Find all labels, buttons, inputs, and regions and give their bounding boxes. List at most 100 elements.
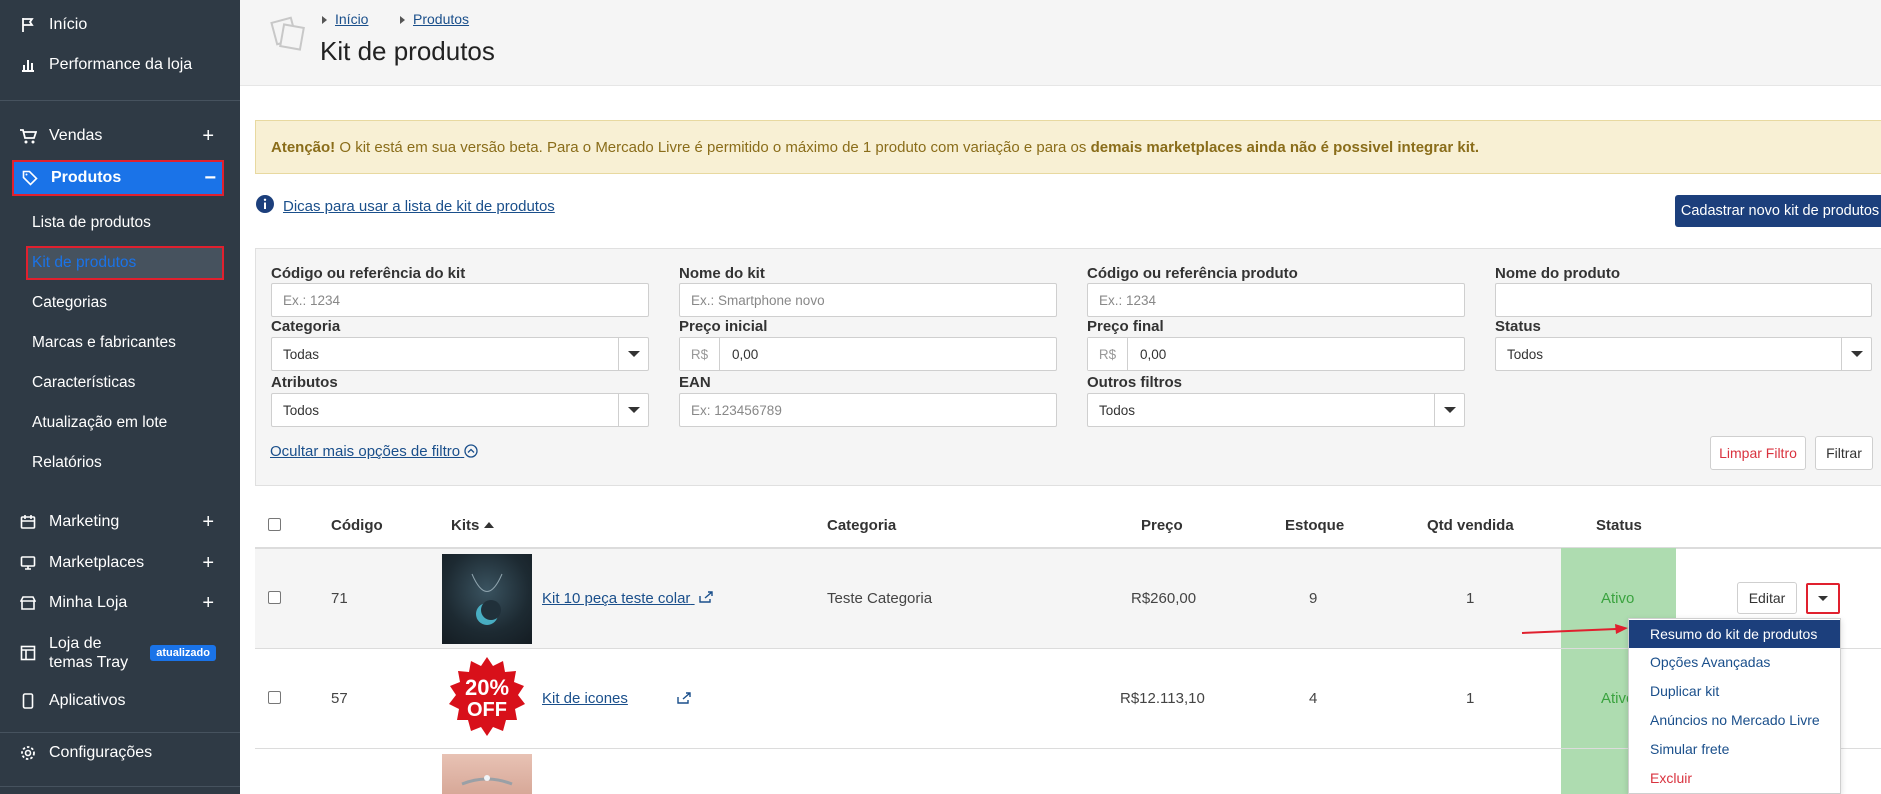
actions-dropdown-button[interactable] [1806,583,1840,614]
highlight-box [26,246,224,280]
pages-icon [270,16,306,56]
menu-item-resumo[interactable]: Resumo do kit de produtos [1629,620,1840,648]
kit-code-label: Código ou referência do kit [271,265,466,282]
product-thumbnail[interactable]: 20% OFF [442,654,532,744]
divider [0,786,240,787]
expand-icon[interactable]: + [202,553,214,573]
sidebar-item-aplicativos[interactable]: Aplicativos [0,684,240,718]
kit-code-input[interactable]: Ex.: 1234 [271,283,649,317]
column-header-preco[interactable]: Preço [1141,517,1183,534]
expand-icon[interactable]: + [202,126,214,146]
status-select[interactable]: Todos [1495,337,1872,371]
sidebar-subitem-caracteristicas[interactable]: Características [32,368,135,398]
expand-icon[interactable]: + [202,512,214,532]
row-checkbox[interactable] [268,591,281,604]
menu-item-anuncios-ml[interactable]: Anúncios no Mercado Livre [1629,706,1840,734]
info-icon [255,194,275,218]
breadcrumb-inicio[interactable]: Início [335,11,368,27]
cart-icon [18,126,38,146]
sidebar-item-configuracoes[interactable]: Configurações [0,736,240,770]
price-end-value: 0,00 [1140,346,1167,362]
external-link-icon [695,590,713,607]
price-start-input[interactable]: R$ 0,00 [679,337,1057,371]
sidebar-item-marketing[interactable]: Marketing + [0,505,240,539]
bar-chart-icon [18,55,38,75]
updated-badge: atualizado [150,645,216,661]
row-code: 71 [331,590,348,607]
row-price: R$260,00 [1131,590,1197,607]
sidebar: Início Performance da loja Vendas + Prod… [0,0,240,794]
column-header-kits[interactable]: Kits [451,517,494,534]
highlight-box [12,160,224,196]
other-filters-select[interactable]: Todos [1087,393,1465,427]
layout-icon [18,643,38,663]
kit-name: Kit 10 peça teste colar [542,590,691,607]
breadcrumb-separator-icon [400,16,405,24]
sidebar-item-label: Início [49,16,88,33]
currency-prefix: R$ [680,338,720,370]
breadcrumb-separator-icon [322,16,327,24]
row-stock: 9 [1309,590,1318,607]
column-header-status[interactable]: Status [1596,517,1642,534]
phone-icon [18,691,38,711]
sidebar-item-performance[interactable]: Performance da loja [0,48,240,82]
kit-link[interactable]: Kit de icones [542,690,628,707]
menu-item-duplicar[interactable]: Duplicar kit [1629,677,1840,705]
expand-icon[interactable]: + [202,593,214,613]
calendar-icon [18,512,38,532]
kit-link[interactable]: Kit 10 peça teste colar [542,590,713,607]
sidebar-item-vendas[interactable]: Vendas + [0,119,240,153]
flag-icon [18,15,38,35]
product-name-label: Nome do produto [1495,265,1620,282]
ean-input[interactable]: Ex: 123456789 [679,393,1057,427]
page-title: Kit de produtos [320,36,495,66]
row-price: R$12.113,10 [1120,690,1205,707]
sidebar-subitem-marcas[interactable]: Marcas e fabricantes [32,328,176,358]
column-header-qtd-vendida[interactable]: Qtd vendida [1427,517,1514,534]
tips-link[interactable]: Dicas para usar a lista de kit de produt… [283,198,555,215]
gear-icon [18,743,38,763]
column-header-codigo[interactable]: Código [331,517,383,534]
attributes-value: Todos [283,402,320,418]
product-thumbnail[interactable] [442,554,532,644]
product-code-input[interactable]: Ex.: 1234 [1087,283,1465,317]
other-filters-value: Todos [1099,402,1136,418]
sidebar-item-marketplaces[interactable]: Marketplaces + [0,546,240,580]
product-thumbnail[interactable] [442,754,532,794]
thumb-text-1: 20% [465,675,509,700]
sidebar-item-inicio[interactable]: Início [0,8,240,42]
column-header-estoque[interactable]: Estoque [1285,517,1344,534]
kit-name-input[interactable]: Ex.: Smartphone novo [679,283,1057,317]
sidebar-item-label: Aplicativos [49,692,126,709]
category-label: Categoria [271,318,341,335]
external-link-icon[interactable] [677,691,691,708]
sidebar-item-minha-loja[interactable]: Minha Loja + [0,586,240,620]
sidebar-subitem-categorias[interactable]: Categorias [32,288,107,318]
edit-button[interactable]: Editar [1737,582,1797,614]
category-select[interactable]: Todas [271,337,649,371]
sidebar-item-loja-temas[interactable]: Loja de temas Tray atualizado [0,632,240,674]
column-header-label: Kits [451,517,480,534]
sidebar-item-label: Minha Loja [49,594,128,611]
select-all-checkbox[interactable] [268,518,281,531]
attributes-select[interactable]: Todos [271,393,649,427]
row-status: Ativo [1601,590,1635,607]
price-start-value: 0,00 [732,346,759,362]
column-header-categoria[interactable]: Categoria [827,517,896,534]
clear-filter-button[interactable]: Limpar Filtro [1710,436,1806,470]
filter-button[interactable]: Filtrar [1815,436,1873,470]
sidebar-item-label: Performance da loja [49,56,193,73]
price-start-label: Preço inicial [679,318,768,335]
sidebar-subitem-atualizacao[interactable]: Atualização em lote [32,408,167,438]
row-checkbox[interactable] [268,691,281,704]
new-kit-button[interactable]: Cadastrar novo kit de produtos [1675,195,1881,227]
breadcrumb-produtos[interactable]: Produtos [413,11,469,27]
sidebar-subitem-lista[interactable]: Lista de produtos [32,208,151,238]
menu-item-excluir[interactable]: Excluir [1629,764,1840,792]
price-end-input[interactable]: R$ 0,00 [1087,337,1465,371]
hide-more-filters-link[interactable]: Ocultar mais opções de filtro [270,443,478,460]
menu-item-opcoes-avancadas[interactable]: Opções Avançadas [1629,648,1840,676]
menu-item-simular-frete[interactable]: Simular frete [1629,735,1840,763]
product-name-input[interactable] [1495,283,1872,317]
sidebar-subitem-relatorios[interactable]: Relatórios [32,448,102,478]
